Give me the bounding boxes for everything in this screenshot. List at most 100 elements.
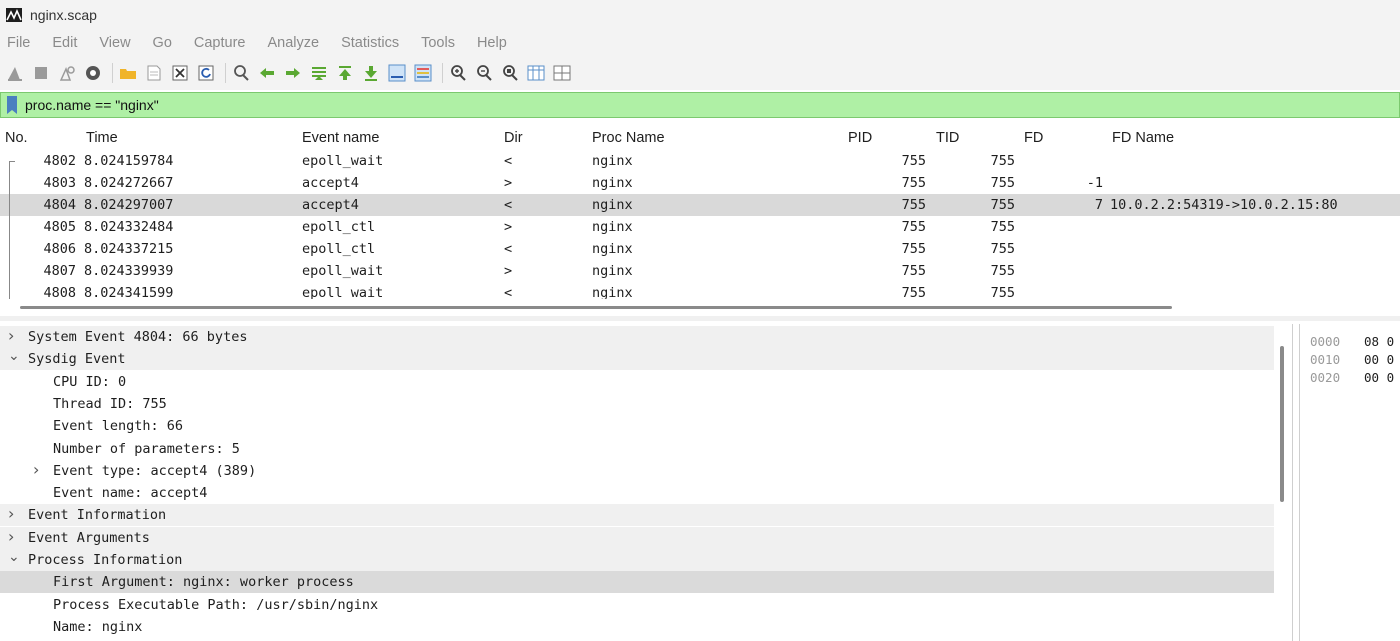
last-packet-icon[interactable] xyxy=(360,62,382,84)
detail-tree-item-label: Event name: accept4 xyxy=(53,485,208,502)
expand-chevron-icon[interactable]: › xyxy=(8,527,20,546)
column-header-no[interactable]: No. xyxy=(5,130,28,146)
pane-separator[interactable] xyxy=(1292,324,1293,641)
menu-tools[interactable]: Tools xyxy=(420,33,456,53)
detail-tree-item[interactable]: ⌄ Sysdig Event xyxy=(0,348,1274,371)
packet-event-name: accept4 xyxy=(302,175,359,191)
shark-fin-start-icon[interactable] xyxy=(4,62,26,84)
related-packet-indicator xyxy=(9,238,10,260)
packet-list-horizontal-scrollbar[interactable] xyxy=(20,306,1172,309)
packet-row[interactable]: 4807 8.024339939 epoll_wait > nginx 755 755 xyxy=(0,260,1400,282)
column-header-pid[interactable]: PID xyxy=(848,130,872,146)
packet-row[interactable]: 4805 8.024332484 epoll_ctl > nginx 755 755 xyxy=(0,216,1400,238)
detail-tree-item[interactable]: Process Executable Path: /usr/sbin/nginx xyxy=(0,594,1274,616)
packet-time: 8.024297007 xyxy=(84,197,174,213)
hex-dump-row[interactable]: 0020 00 0 xyxy=(1300,366,1400,385)
collapse-chevron-icon[interactable]: ⌄ xyxy=(8,549,20,565)
menu-file[interactable]: File xyxy=(6,33,31,53)
expand-chevron-icon[interactable]: › xyxy=(33,460,45,479)
detail-tree-item[interactable]: Number of parameters: 5 xyxy=(0,438,1274,460)
detail-tree-item[interactable]: › Event Information xyxy=(0,504,1274,527)
open-folder-icon[interactable] xyxy=(117,62,139,84)
zoom-normal-icon[interactable] xyxy=(499,62,521,84)
detail-tree-item[interactable]: Name: nginx xyxy=(0,616,1274,638)
zoom-out-icon[interactable] xyxy=(473,62,495,84)
filter-bookmark-icon[interactable] xyxy=(7,96,17,114)
detail-tree-item[interactable]: First Argument: nginx: worker process xyxy=(0,571,1274,594)
detail-tree-item-label: Number of parameters: 5 xyxy=(53,440,240,457)
display-filter-bar[interactable]: proc.name == "nginx" xyxy=(0,92,1400,118)
reload-icon[interactable] xyxy=(195,62,217,84)
go-back-icon[interactable] xyxy=(256,62,278,84)
detail-tree-item-label: Thread ID: 755 xyxy=(53,395,167,412)
related-packet-indicator xyxy=(9,172,10,194)
detail-tree-item[interactable]: Event name: accept4 xyxy=(0,482,1274,504)
detail-tree-item[interactable]: Thread ID: 755 xyxy=(0,393,1274,415)
packet-pid: 755 xyxy=(901,197,926,213)
column-header-dir[interactable]: Dir xyxy=(504,130,523,146)
hex-offset: 0010 xyxy=(1310,352,1341,367)
detail-tree-item[interactable]: › Event Arguments xyxy=(0,526,1274,549)
column-header-event-name[interactable]: Event name xyxy=(302,130,379,146)
zoom-in-icon[interactable] xyxy=(447,62,469,84)
options-gear-icon[interactable] xyxy=(82,62,104,84)
restart-icon[interactable] xyxy=(56,62,78,84)
column-header-fd-name[interactable]: FD Name xyxy=(1112,130,1174,146)
detail-tree-item[interactable]: CPU ID: 0 xyxy=(0,371,1274,393)
hex-dump-row[interactable]: 0010 00 0 xyxy=(1300,348,1400,367)
stop-icon[interactable] xyxy=(30,62,52,84)
detail-tree-item[interactable]: ⌄ Process Information xyxy=(0,549,1274,571)
hex-dump-row[interactable]: 0000 08 0 xyxy=(1300,330,1400,349)
packet-pid: 755 xyxy=(901,219,926,235)
toolbar-divider xyxy=(225,63,226,83)
hex-bytes: 00 0 xyxy=(1364,352,1395,367)
packet-list[interactable]: No. Time Event name Dir Proc Name PID TI… xyxy=(0,124,1400,299)
packet-row[interactable]: 4803 8.024272667 accept4 > nginx 755 755 -1 xyxy=(0,172,1400,194)
find-icon[interactable] xyxy=(230,62,252,84)
detail-tree-item-label: Process Information xyxy=(28,552,183,568)
packet-no: 4804 xyxy=(43,197,76,213)
display-filter-input[interactable]: proc.name == "nginx" xyxy=(25,97,159,113)
autoscroll-icon[interactable] xyxy=(386,62,408,84)
packet-no: 4803 xyxy=(43,175,76,191)
menu-help[interactable]: Help xyxy=(476,33,508,53)
packet-details-tree[interactable]: › System Event 4804: 66 bytes ⌄ Sysdig Even… xyxy=(0,324,1274,641)
resize-columns-icon[interactable] xyxy=(525,62,547,84)
close-file-icon[interactable] xyxy=(169,62,191,84)
packet-event-name: epoll_ctl xyxy=(302,241,376,257)
details-scrollbar-thumb[interactable] xyxy=(1280,346,1284,502)
pane-splitter[interactable] xyxy=(0,316,1400,321)
detail-tree-item[interactable]: › Event type: accept4 (389) xyxy=(0,460,1274,482)
menu-edit[interactable]: Edit xyxy=(51,33,78,53)
go-forward-icon[interactable] xyxy=(282,62,304,84)
layout-icon[interactable] xyxy=(551,62,573,84)
packet-proc-name: nginx xyxy=(592,241,633,257)
menu-view[interactable]: View xyxy=(98,33,131,53)
detail-tree-item[interactable]: › System Event 4804: 66 bytes xyxy=(0,326,1274,348)
collapse-chevron-icon[interactable]: ⌄ xyxy=(8,348,20,364)
column-header-proc-name[interactable]: Proc Name xyxy=(592,130,665,146)
menu-capture[interactable]: Capture xyxy=(193,33,247,53)
packet-tid: 755 xyxy=(990,197,1015,213)
first-packet-icon[interactable] xyxy=(334,62,356,84)
packet-row[interactable]: 4804 8.024297007 accept4 < nginx 755 755 7 10.0.… xyxy=(0,194,1400,216)
colorize-icon[interactable] xyxy=(412,62,434,84)
expand-chevron-icon[interactable]: › xyxy=(8,504,20,523)
packet-row[interactable]: 4806 8.024337215 epoll_ctl < nginx 755 755 xyxy=(0,238,1400,260)
packet-tid: 755 xyxy=(990,263,1015,279)
packet-row[interactable]: 4808 8.024341599 epoll_wait < nginx 755 755 xyxy=(0,282,1400,299)
packet-row[interactable]: 4802 8.024159784 epoll_wait < nginx 755 755 xyxy=(0,150,1400,172)
toolbar-divider xyxy=(112,63,113,83)
go-to-packet-icon[interactable] xyxy=(308,62,330,84)
column-header-fd[interactable]: FD xyxy=(1024,130,1043,146)
menu-go[interactable]: Go xyxy=(152,33,173,53)
menu-statistics[interactable]: Statistics xyxy=(340,33,400,53)
detail-tree-item[interactable]: Event length: 66 xyxy=(0,415,1274,437)
column-header-time[interactable]: Time xyxy=(86,130,118,146)
expand-chevron-icon[interactable]: › xyxy=(8,326,20,345)
save-file-icon[interactable] xyxy=(143,62,165,84)
menu-analyze[interactable]: Analyze xyxy=(266,33,320,53)
column-header-tid[interactable]: TID xyxy=(936,130,959,146)
packet-proc-name: nginx xyxy=(592,153,633,169)
packet-bytes-pane[interactable]: 0000 08 0 0010 00 0 0020 00 0 xyxy=(1300,324,1400,641)
